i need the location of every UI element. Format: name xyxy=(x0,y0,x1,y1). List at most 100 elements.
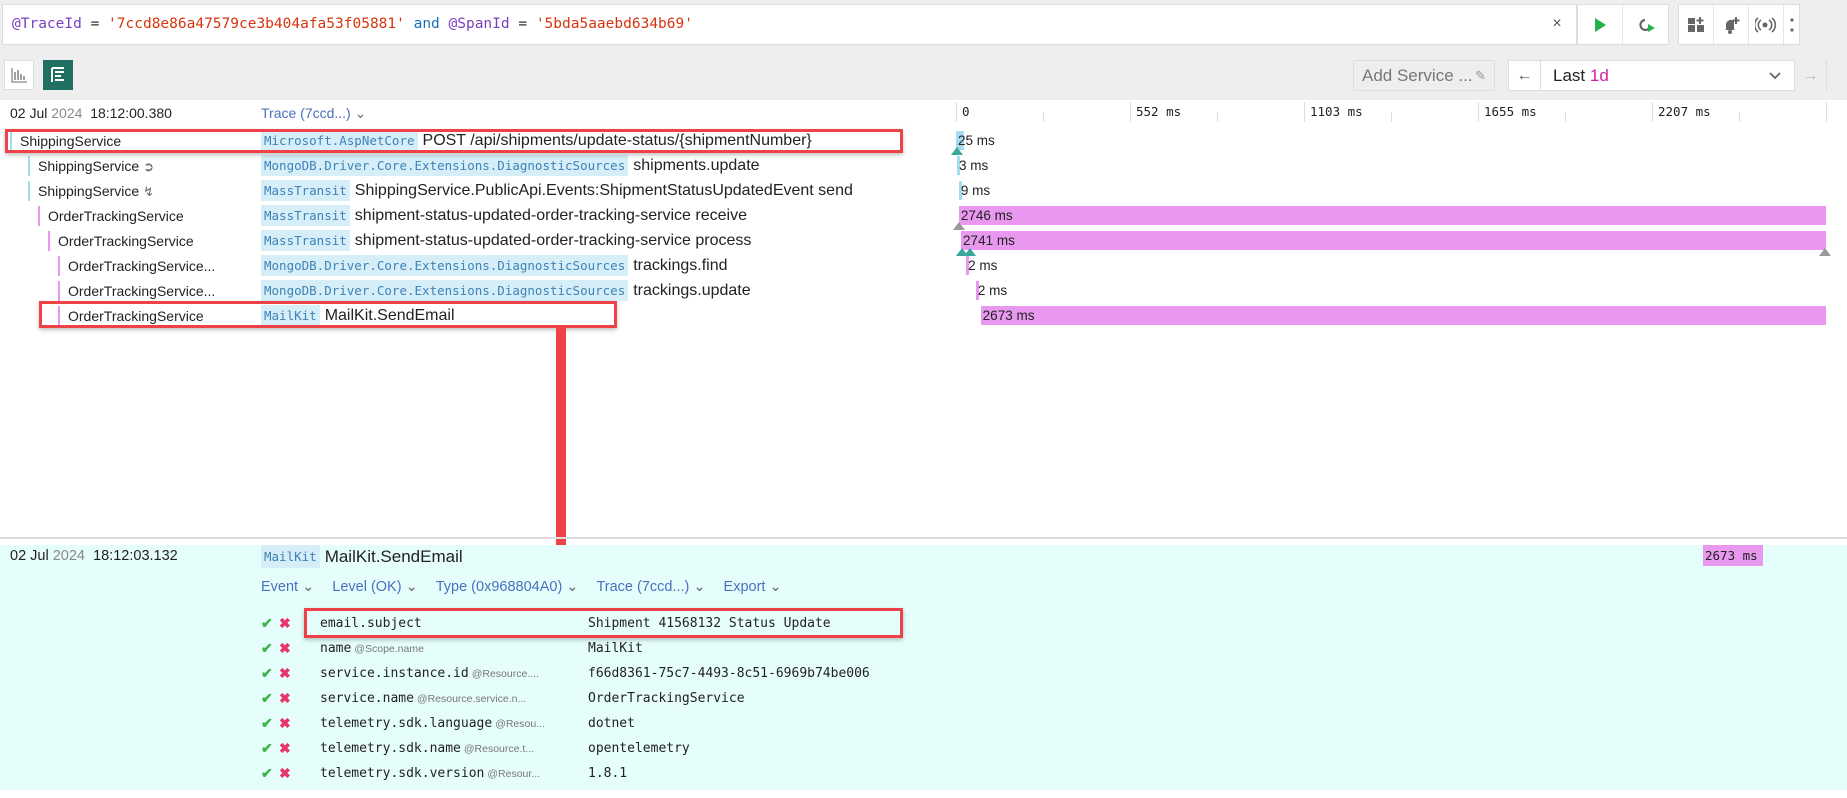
span-row[interactable]: ShippingService ➲ MongoDB.Driver.Core.Exte… xyxy=(0,153,1847,178)
detail-duration-badge: 2673 ms xyxy=(1703,545,1763,566)
span-row[interactable]: OrderTrackingService MassTransit shipment-… xyxy=(0,203,1847,228)
exclude-filter-x-icon[interactable]: ✖ xyxy=(279,661,291,686)
chevron-down-icon: ⌄ xyxy=(302,579,315,595)
span-duration: 2 ms xyxy=(968,258,998,273)
trace-list-icon xyxy=(51,67,64,82)
span-row[interactable]: OrderTrackingService MassTransit shipment-… xyxy=(0,228,1847,253)
clear-query-icon[interactable]: × xyxy=(1545,12,1569,36)
include-filter-check-icon[interactable]: ✔ xyxy=(261,636,273,661)
more-vertical-icon xyxy=(1789,17,1794,32)
instrumentation-tag: MongoDB.Driver.Core.Extensions.Diagnosti… xyxy=(261,280,629,301)
tick-label: 552 ms xyxy=(1136,104,1182,119)
action-label: Trace (7ccd...) xyxy=(596,579,690,595)
exclude-filter-x-icon[interactable]: ✖ xyxy=(279,686,291,711)
exclude-filter-x-icon[interactable]: ✖ xyxy=(279,736,291,761)
detail-action-menu[interactable]: Event ⌄ xyxy=(261,579,314,595)
service-name: ShippingService xyxy=(38,183,140,199)
span-service: ShippingService ➲ xyxy=(28,156,154,176)
panel-divider[interactable] xyxy=(0,537,1847,539)
span-bar[interactable]: 3 ms xyxy=(956,156,988,175)
instrumentation-tag: MongoDB.Driver.Core.Extensions.Diagnosti… xyxy=(261,155,629,176)
span-bar[interactable]: 2 ms xyxy=(966,256,997,275)
chevron-down-icon: ⌄ xyxy=(769,579,782,595)
chevron-down-icon: ⌄ xyxy=(693,579,706,595)
include-filter-check-icon[interactable]: ✔ xyxy=(261,736,273,761)
span-label: MongoDB.Driver.Core.Extensions.Diagnosti… xyxy=(261,255,728,276)
span-bar[interactable]: 2741 ms xyxy=(961,231,1826,250)
chevron-down-icon: ⌄ xyxy=(354,105,367,121)
add-alert-button[interactable] xyxy=(1714,5,1749,44)
next-range-button[interactable]: → xyxy=(1794,60,1826,91)
span-service: ShippingService ↯ xyxy=(28,181,154,201)
chevron-down-icon xyxy=(1769,72,1781,80)
span-duration: 2 ms xyxy=(977,283,1008,298)
tick-line xyxy=(1478,102,1479,122)
include-filter-check-icon[interactable]: ✔ xyxy=(261,711,273,736)
property-key: telemetry.sdk.version @Resour... xyxy=(320,766,541,781)
previous-range-button[interactable]: ← xyxy=(1509,61,1541,90)
exclude-filter-x-icon[interactable]: ✖ xyxy=(279,611,291,636)
run-query-button[interactable] xyxy=(1578,5,1623,44)
actions-button-group xyxy=(1678,4,1800,45)
span-name: trackings.update xyxy=(633,281,751,299)
exclude-filter-x-icon[interactable]: ✖ xyxy=(279,711,291,736)
detail-action-menu[interactable]: Type (0x968804A0) ⌄ xyxy=(436,579,579,595)
time-range-select[interactable]: Last 1d xyxy=(1541,61,1794,90)
timeline-marker-icon xyxy=(953,222,965,230)
minor-tick xyxy=(1217,112,1218,122)
detail-timestamp: 02 Jul 2024 18:12:03.132 xyxy=(10,548,178,564)
include-filter-check-icon[interactable]: ✔ xyxy=(261,661,273,686)
client-icon: ➲ xyxy=(143,159,155,174)
instrumentation-tag: MongoDB.Driver.Core.Extensions.Diagnosti… xyxy=(261,255,629,276)
query-token: '5bda5aaebd634b69' xyxy=(535,16,693,32)
property-row: ✔ ✖ service.name @Resource.service.n... Orde… xyxy=(261,686,1261,711)
exclude-filter-x-icon[interactable]: ✖ xyxy=(279,636,291,661)
tick-line xyxy=(956,102,957,122)
include-filter-check-icon[interactable]: ✔ xyxy=(261,686,273,711)
tick-label: 2207 ms xyxy=(1658,104,1711,119)
query-token: @TraceId xyxy=(12,16,82,32)
span-row[interactable]: OrderTrackingService... MongoDB.Driver.Co… xyxy=(0,278,1847,303)
detail-action-menu[interactable]: Level (OK) ⌄ xyxy=(332,579,417,595)
add-alert-icon xyxy=(1725,16,1740,34)
property-value: MailKit xyxy=(588,641,643,656)
span-name: trackings.find xyxy=(633,256,728,274)
tick-line xyxy=(1652,102,1653,122)
more-menu-button[interactable] xyxy=(1784,5,1799,44)
detail-action-menu[interactable]: Trace (7ccd...) ⌄ xyxy=(596,579,705,595)
action-label: Event xyxy=(261,579,299,595)
service-name: OrderTrackingService... xyxy=(68,258,216,274)
span-duration: 9 ms xyxy=(960,183,991,198)
run-button-group xyxy=(1577,4,1669,45)
span-duration: 25 ms xyxy=(958,133,995,148)
trace-menu[interactable]: Trace (7ccd...) ⌄ xyxy=(261,105,366,122)
span-bar[interactable]: 2673 ms xyxy=(980,306,1826,325)
highlight-box-email-subject xyxy=(304,608,903,638)
add-service-label: Add Service ... xyxy=(1362,66,1473,85)
detail-action-menu[interactable]: Export ⌄ xyxy=(724,579,782,595)
span-row[interactable]: ShippingService ↯ MassTransit ShippingServi… xyxy=(0,178,1847,203)
add-service-button[interactable]: Add Service ... ✎ xyxy=(1353,60,1495,91)
span-duration: 3 ms xyxy=(958,158,989,173)
include-filter-check-icon[interactable]: ✔ xyxy=(261,761,273,786)
span-service: OrderTrackingService xyxy=(48,231,194,251)
chart-view-button[interactable] xyxy=(4,60,34,90)
query-token: '7ccd8e86a47579ce3b404afa53f05881' xyxy=(108,16,405,32)
add-to-dashboard-button[interactable] xyxy=(1679,5,1714,44)
trace-view-button[interactable] xyxy=(43,60,73,90)
refresh-button[interactable] xyxy=(1623,5,1668,44)
property-key: service.instance.id @Resource.... xyxy=(320,666,539,681)
broadcast-button[interactable] xyxy=(1749,5,1784,44)
property-source: @Resour... xyxy=(487,768,541,780)
span-row[interactable]: OrderTrackingService... MongoDB.Driver.Co… xyxy=(0,253,1847,278)
property-source: @Resource.t... xyxy=(463,743,535,755)
query-input[interactable]: @TraceId = '7ccd8e86a47579ce3b404afa53f0… xyxy=(2,4,1577,45)
property-source: @Resource.service.n... xyxy=(416,693,527,705)
property-key: name @Scope.name xyxy=(320,641,424,656)
exclude-filter-x-icon[interactable]: ✖ xyxy=(279,761,291,786)
span-bar[interactable]: 9 ms xyxy=(958,181,990,200)
include-filter-check-icon[interactable]: ✔ xyxy=(261,611,273,636)
property-row: ✔ ✖ telemetry.sdk.name @Resource.t... opente… xyxy=(261,736,1261,761)
span-bar[interactable]: 2 ms xyxy=(975,281,1007,300)
span-bar[interactable]: 2746 ms xyxy=(958,206,1826,225)
